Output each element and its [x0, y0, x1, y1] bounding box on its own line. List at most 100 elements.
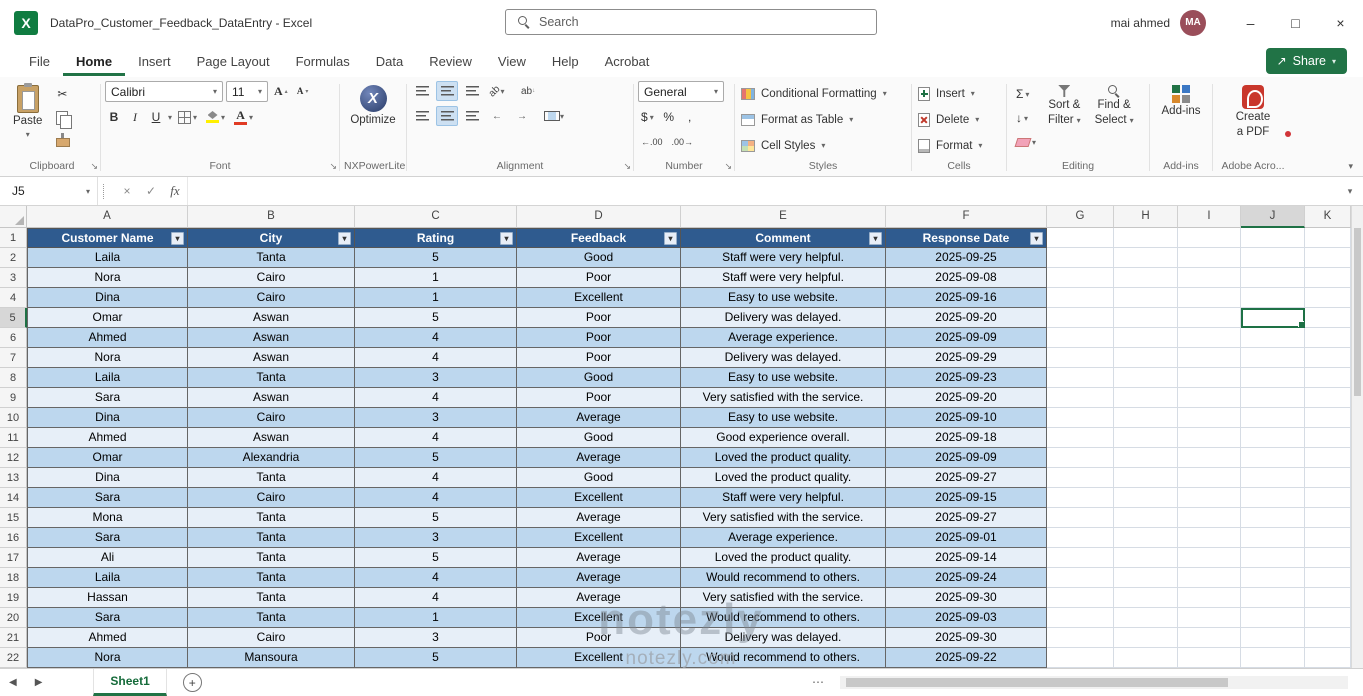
cell-G8[interactable]	[1047, 368, 1114, 388]
cell-E20[interactable]: Would recommend to others.	[681, 608, 886, 628]
cell-K1[interactable]	[1305, 228, 1351, 248]
cell-J18[interactable]	[1241, 568, 1305, 588]
cell-D9[interactable]: Poor	[517, 388, 681, 408]
cell-K9[interactable]	[1305, 388, 1351, 408]
cell-H15[interactable]	[1114, 508, 1178, 528]
cell-styles-button[interactable]: Cell Styles ▾	[739, 133, 827, 158]
decrease-indent-button[interactable]: ←	[486, 106, 508, 126]
cell-G15[interactable]	[1047, 508, 1114, 528]
cell-I19[interactable]	[1178, 588, 1241, 608]
share-button[interactable]: ↗ Share ▾	[1265, 48, 1347, 74]
cell-B6[interactable]: Aswan	[188, 328, 355, 348]
enter-button[interactable]: ✓	[139, 184, 163, 198]
filter-button-rating[interactable]: ▾	[500, 232, 513, 245]
conditional-formatting-button[interactable]: Conditional Formatting ▾	[739, 81, 889, 106]
align-top-button[interactable]	[411, 81, 433, 101]
cell-G5[interactable]	[1047, 308, 1114, 328]
cell-A6[interactable]: Ahmed	[27, 328, 188, 348]
cell-K15[interactable]	[1305, 508, 1351, 528]
sort-filter-button[interactable]: Sort & Filter ▾	[1043, 81, 1086, 131]
row-header-2[interactable]: 2	[0, 248, 27, 268]
cell-K19[interactable]	[1305, 588, 1351, 608]
cell-D14[interactable]: Excellent	[517, 488, 681, 508]
cell-H19[interactable]	[1114, 588, 1178, 608]
cell-I17[interactable]	[1178, 548, 1241, 568]
tab-view[interactable]: View	[485, 47, 539, 76]
table-header-feedback[interactable]: Feedback ▾	[517, 228, 681, 248]
column-header-H[interactable]: H	[1114, 206, 1178, 228]
row-header-14[interactable]: 14	[0, 488, 27, 508]
cell-I12[interactable]	[1178, 448, 1241, 468]
cell-J19[interactable]	[1241, 588, 1305, 608]
cell-C15[interactable]: 5	[355, 508, 517, 528]
cell-F11[interactable]: 2025-09-18	[886, 428, 1047, 448]
cell-A2[interactable]: Laila	[27, 248, 188, 268]
cell-I3[interactable]	[1178, 268, 1241, 288]
cell-K5[interactable]	[1305, 308, 1351, 328]
percent-format-button[interactable]: %	[660, 107, 678, 127]
cell-H11[interactable]	[1114, 428, 1178, 448]
comma-format-button[interactable]: ,	[681, 107, 699, 127]
cell-A19[interactable]: Hassan	[27, 588, 188, 608]
cell-B20[interactable]: Tanta	[188, 608, 355, 628]
cell-K12[interactable]	[1305, 448, 1351, 468]
cell-D11[interactable]: Good	[517, 428, 681, 448]
cell-B12[interactable]: Alexandria	[188, 448, 355, 468]
cell-G3[interactable]	[1047, 268, 1114, 288]
cell-G12[interactable]	[1047, 448, 1114, 468]
cell-C21[interactable]: 3	[355, 628, 517, 648]
cell-G18[interactable]	[1047, 568, 1114, 588]
tab-review[interactable]: Review	[416, 47, 485, 76]
cell-E5[interactable]: Delivery was delayed.	[681, 308, 886, 328]
cell-B7[interactable]: Aswan	[188, 348, 355, 368]
cell-C4[interactable]: 1	[355, 288, 517, 308]
cell-D21[interactable]: Poor	[517, 628, 681, 648]
cell-E12[interactable]: Loved the product quality.	[681, 448, 886, 468]
format-as-table-button[interactable]: Format as Table ▾	[739, 107, 855, 132]
increase-decimal-button[interactable]: ←.00	[638, 132, 666, 152]
sheet-tab-sheet1[interactable]: Sheet1	[93, 669, 167, 696]
cell-D7[interactable]: Poor	[517, 348, 681, 368]
table-header-comment[interactable]: Comment ▾	[681, 228, 886, 248]
cell-D8[interactable]: Good	[517, 368, 681, 388]
cell-E17[interactable]: Loved the product quality.	[681, 548, 886, 568]
cell-H5[interactable]	[1114, 308, 1178, 328]
table-header-response-date[interactable]: Response Date ▾	[886, 228, 1047, 248]
currency-format-button[interactable]: $ ▾	[638, 107, 657, 127]
cell-D10[interactable]: Average	[517, 408, 681, 428]
cell-I2[interactable]	[1178, 248, 1241, 268]
cell-A11[interactable]: Ahmed	[27, 428, 188, 448]
cell-H9[interactable]	[1114, 388, 1178, 408]
cell-J2[interactable]	[1241, 248, 1305, 268]
cell-B22[interactable]: Mansoura	[188, 648, 355, 668]
column-header-J[interactable]: J	[1241, 206, 1305, 228]
format-painter-button[interactable]	[53, 132, 73, 152]
cell-K11[interactable]	[1305, 428, 1351, 448]
underline-button[interactable]: U	[147, 107, 165, 127]
cell-H3[interactable]	[1114, 268, 1178, 288]
cell-F5[interactable]: 2025-09-20	[886, 308, 1047, 328]
cell-F13[interactable]: 2025-09-27	[886, 468, 1047, 488]
filter-button-comment[interactable]: ▾	[869, 232, 882, 245]
cell-I10[interactable]	[1178, 408, 1241, 428]
cell-F10[interactable]: 2025-09-10	[886, 408, 1047, 428]
row-header-10[interactable]: 10	[0, 408, 27, 428]
cell-J9[interactable]	[1241, 388, 1305, 408]
cell-K3[interactable]	[1305, 268, 1351, 288]
create-pdf-button[interactable]: Create a PDF	[1231, 81, 1276, 143]
cell-A17[interactable]: Ali	[27, 548, 188, 568]
cell-I21[interactable]	[1178, 628, 1241, 648]
format-cells-button[interactable]: Format ▾	[916, 133, 984, 158]
table-header-city[interactable]: City ▾	[188, 228, 355, 248]
cell-K8[interactable]	[1305, 368, 1351, 388]
cell-H6[interactable]	[1114, 328, 1178, 348]
cell-I11[interactable]	[1178, 428, 1241, 448]
insert-function-button[interactable]: fx	[163, 183, 187, 199]
cell-I8[interactable]	[1178, 368, 1241, 388]
dialog-launcher-icon[interactable]: ↘	[329, 159, 337, 173]
cell-D13[interactable]: Good	[517, 468, 681, 488]
cell-G13[interactable]	[1047, 468, 1114, 488]
cell-F18[interactable]: 2025-09-24	[886, 568, 1047, 588]
cell-G14[interactable]	[1047, 488, 1114, 508]
cell-G17[interactable]	[1047, 548, 1114, 568]
